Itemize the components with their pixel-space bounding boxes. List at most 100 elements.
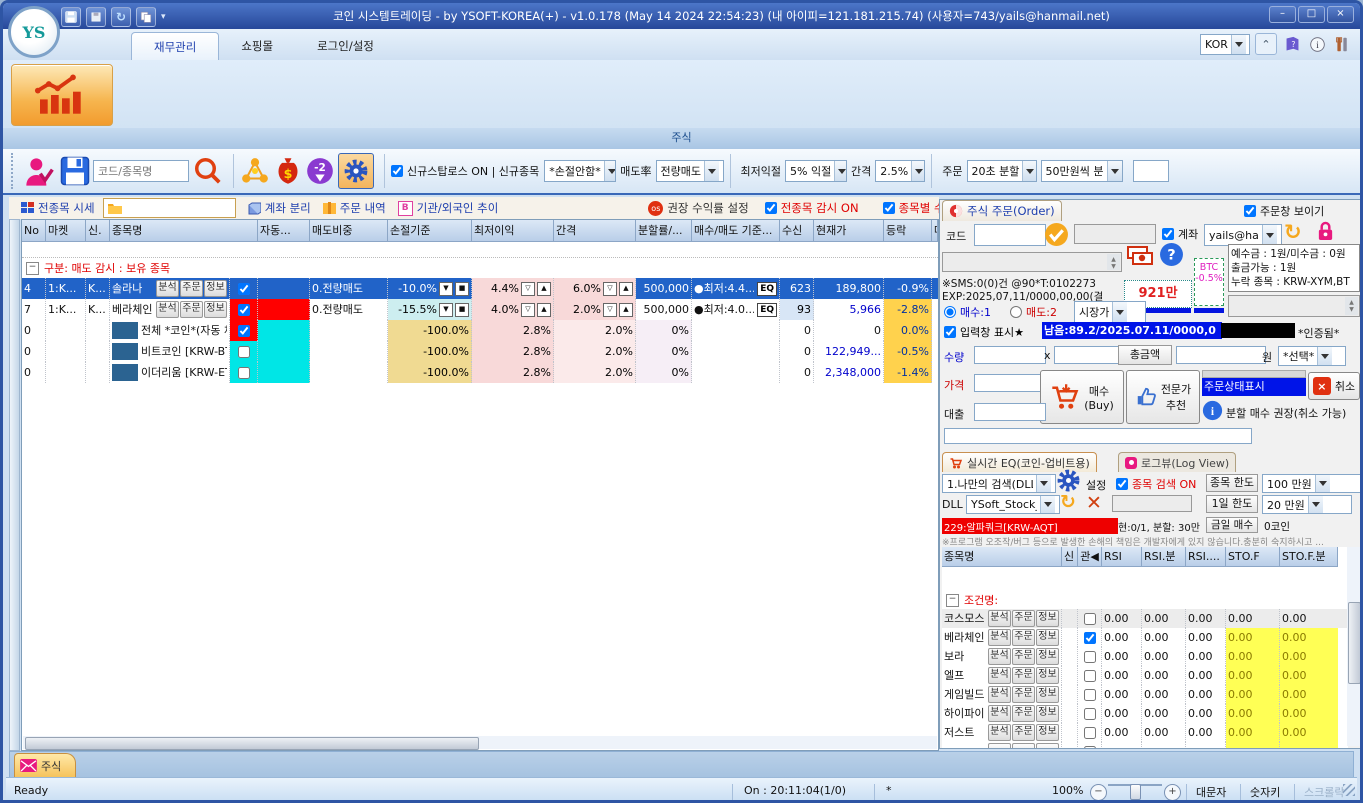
lock-icon[interactable] [1316,220,1335,243]
info-button[interactable]: 정보 [1036,686,1059,703]
row-checkbox[interactable] [238,325,250,337]
spinner-arrows[interactable]: ▲▼ [1345,297,1358,315]
column-header[interactable]: 매도비중 [310,220,388,242]
watchlist-row[interactable]: 저스트분석주문정보0.000.000.000.000.00 [942,723,1348,742]
table-row[interactable]: 71:K...K...베라체인분석주문정보0.전량매도-15.5%▼■4.0%▽… [22,299,938,320]
column-header[interactable]: 종목명 [110,220,258,242]
menu-tab-finance[interactable]: 재무관리 [131,32,219,60]
watchlist-row[interactable]: 게임빌드분석주문정보0.000.000.000.000.00 [942,685,1348,704]
gap-select[interactable]: 2.5% [875,160,925,182]
column-header[interactable]: RSI.분 [1142,547,1186,567]
info-button[interactable]: 정보 [1036,648,1059,665]
price-type-select[interactable]: 시장가 [1074,301,1146,323]
row-checkbox[interactable] [1084,632,1096,644]
table-row[interactable]: 0이더리움 [KRW-ETH]-100.0%2.8%2.0%0%02,348,0… [22,362,938,383]
minimize-button[interactable]: – [1269,6,1296,23]
watchlist-row[interactable]: 코스모스분석주문정보0.000.000.000.000.00 [942,609,1348,628]
analyze-button[interactable]: 분석 [988,667,1011,684]
column-header[interactable]: STO.F [1226,547,1280,567]
show-order-checkbox[interactable]: 주문창 보이기 [1244,203,1324,219]
unit-input[interactable] [1054,346,1120,364]
column-header[interactable]: 손절기준 [388,220,472,242]
order-button[interactable]: 주문 [180,301,203,318]
cancel-button[interactable]: × 취소 [1308,372,1360,400]
horizontal-scrollbar[interactable] [23,736,937,749]
group-row[interactable]: − 구분: 매도 감시 : 보유 종목 [22,258,938,278]
info-button[interactable]: 정보 [1036,667,1059,684]
row-checkbox[interactable] [238,283,250,295]
order-button[interactable] [1012,743,1035,749]
menu-tab-login[interactable]: 로그인/설정 [295,32,396,60]
column-header[interactable]: No [22,220,46,242]
column-header[interactable]: STO.F.분 [1280,547,1338,567]
eq-gear-icon[interactable] [1056,468,1081,493]
order-button[interactable]: 주문 [1012,610,1035,627]
spin-stop-icon[interactable]: ■ [455,282,469,296]
spin-down-icon[interactable]: ▽ [521,303,535,317]
condition-group-row[interactable]: − 조건명: [942,591,1348,609]
column-header[interactable]: 관◀ [1078,547,1102,567]
info-icon[interactable]: i [1307,34,1327,54]
row-checkbox[interactable] [1084,689,1096,701]
zoom-in-button[interactable]: + [1164,784,1181,801]
column-header[interactable]: 등락 [884,220,932,242]
column-header[interactable]: 매수/매도 기준... [692,220,780,242]
horizontal-scrollbar-thumb[interactable] [25,737,479,750]
money-icon[interactable] [1126,244,1154,268]
copy-icon[interactable] [136,7,156,27]
amount-input[interactable] [1176,346,1266,364]
info-button[interactable]: 정보 [204,301,227,318]
column-header[interactable]: 수신 [780,220,814,242]
save-icon[interactable] [61,7,81,27]
help-icon[interactable]: ? [1282,34,1302,54]
close-button[interactable]: × [1327,6,1354,23]
info-button[interactable]: 정보 [204,280,227,297]
vertical-scrollbar[interactable] [1347,547,1360,746]
collapse-icon[interactable]: − [946,594,959,607]
column-header[interactable]: 신 [1062,547,1078,567]
watch-all-checkbox[interactable]: 전종목 감시 ON [765,200,859,216]
analyze-button[interactable]: 분석 [988,629,1011,646]
zoom-out-button[interactable]: − [1090,784,1107,801]
spin-up-icon[interactable]: ▲ [537,282,551,296]
input-toggle-checkbox[interactable]: 입력창 표시★ [944,324,1024,340]
new-stoploss-checkbox[interactable]: 신규스탑로스 ON | 신규종목 [391,163,539,179]
save-button[interactable] [60,156,90,186]
spin-down-icon[interactable]: ▼ [439,282,453,296]
analyze-button[interactable]: 분석 [988,648,1011,665]
sync-icon[interactable]: ↻ [111,7,131,27]
info-button[interactable] [1036,743,1059,749]
order-button[interactable]: 주문 [1012,686,1035,703]
row-checkbox[interactable] [1084,670,1096,682]
code-input[interactable] [974,224,1046,246]
search-icon[interactable] [193,156,223,186]
order-button[interactable]: 주문 [1012,705,1035,722]
bottom-tab-stock[interactable]: 주식 [14,753,76,777]
column-header[interactable]: 최저이익 [472,220,554,242]
watchlist-row[interactable]: 베라체인분석주문정보0.000.000.000.000.00 [942,628,1348,647]
watchlist-row[interactable]: 하이파이분석주문정보0.000.000.000.000.00 [942,704,1348,723]
analyze-button[interactable] [988,743,1011,749]
order-amount-select[interactable]: 50만원씩 분할 [1041,160,1123,182]
stock-chart-button[interactable] [11,64,113,126]
tab-recommended-profit[interactable]: os 권장 수익률 설정 [648,200,748,216]
total-amount-button[interactable]: 총금액 [1118,345,1172,365]
column-header[interactable]: 간격 [554,220,636,242]
buy-radio[interactable]: 매수:1 [944,304,991,320]
order-status-item[interactable]: 주문상태표시 [1202,378,1306,396]
refresh-icon[interactable]: ↻ [1284,220,1302,244]
order-time-select[interactable]: 20초 분할 [967,160,1037,182]
dll-stop-icon[interactable]: ✕ [1086,492,1102,514]
row-checkbox[interactable] [1084,746,1096,750]
column-header[interactable]: RSI.... [1186,547,1226,567]
analyze-button[interactable]: 분석 [988,610,1011,627]
order-button[interactable]: 주문 [1012,667,1035,684]
user-icon[interactable] [24,155,54,187]
analyze-button[interactable]: 분석 [988,724,1011,741]
minus-two-icon[interactable]: -2 [306,157,334,185]
order-button[interactable]: 주문 [180,280,203,297]
row-checkbox[interactable] [1084,727,1096,739]
tab-account-split[interactable]: 계좌 분리 [248,200,311,216]
analyze-button[interactable]: 분석 [156,280,179,297]
expert-recommend-button[interactable]: 전문가추천 [1126,370,1200,424]
